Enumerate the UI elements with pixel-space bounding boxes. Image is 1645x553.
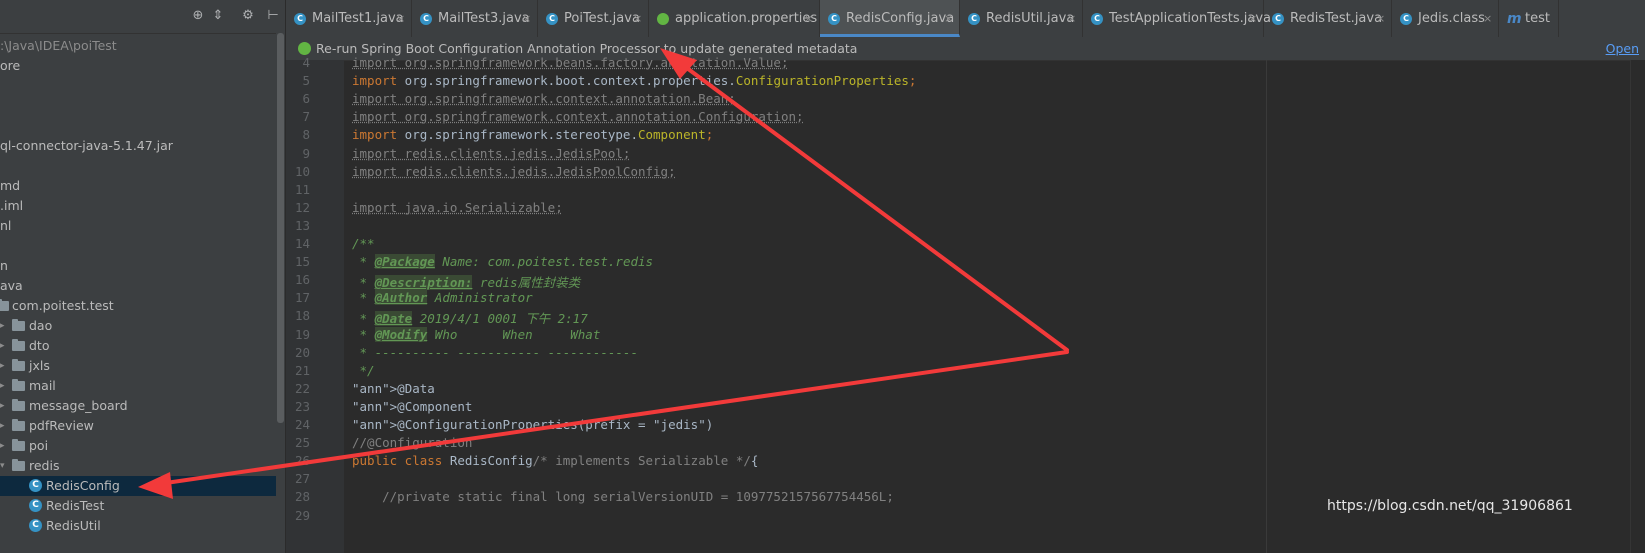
arrow-to-redisconfig: [138, 350, 1069, 499]
annotation-arrows: [138, 48, 1069, 499]
arrow-to-notification: [660, 48, 1069, 352]
